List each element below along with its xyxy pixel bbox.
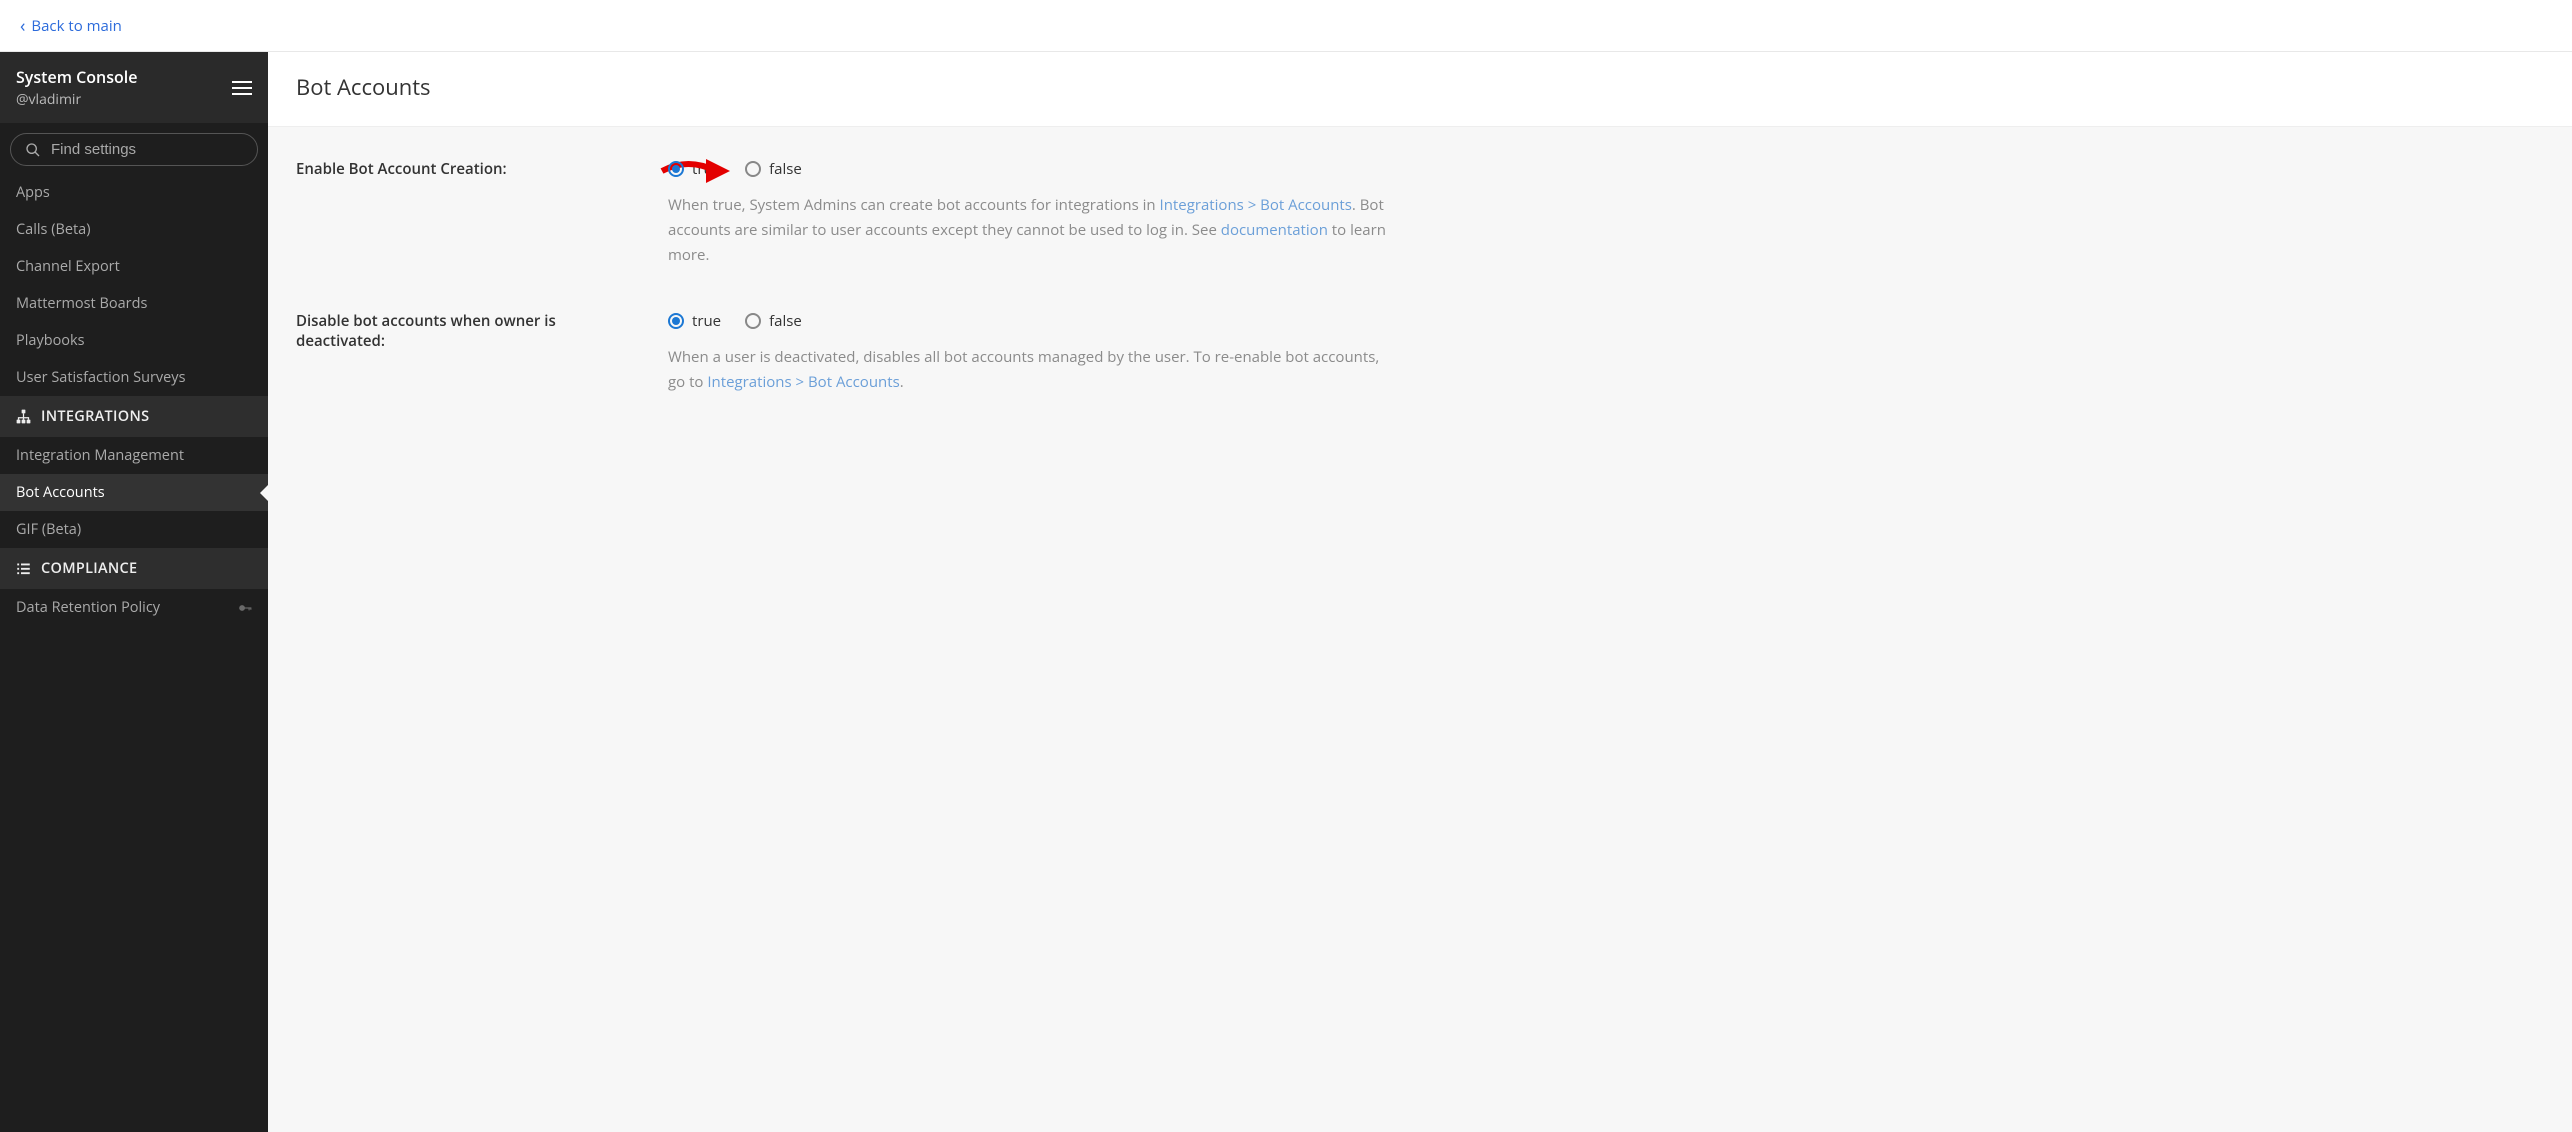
sitemap-icon: [16, 409, 31, 424]
menu-icon[interactable]: [232, 81, 252, 95]
radio-group: true false: [668, 159, 1388, 179]
integrations-bot-accounts-link[interactable]: Integrations > Bot Accounts: [1160, 195, 1352, 215]
sidebar-nav: Apps Calls (Beta) Channel Export Matterm…: [0, 174, 268, 1132]
radio-icon: [745, 161, 761, 177]
back-link-label: Back to main: [31, 16, 121, 36]
radio-icon: [745, 313, 761, 329]
search-icon: [25, 142, 41, 158]
radio-true[interactable]: true: [668, 311, 721, 331]
content-header: Bot Accounts: [268, 52, 2572, 127]
sidebar-username: @vladimir: [16, 90, 137, 109]
setting-label: Disable bot accounts when owner is deact…: [296, 311, 668, 351]
help-text: When a user is deactivated, disables all…: [668, 345, 1388, 395]
content-area: Bot Accounts Enable Bot Account Creation…: [268, 52, 2572, 1132]
radio-icon: [668, 313, 684, 329]
key-icon: [238, 601, 252, 615]
sidebar-item-apps[interactable]: Apps: [0, 174, 268, 211]
sidebar-item-gif-beta[interactable]: GIF (Beta): [0, 511, 268, 548]
sidebar-item-calls[interactable]: Calls (Beta): [0, 211, 268, 248]
sidebar-item-channel-export[interactable]: Channel Export: [0, 248, 268, 285]
integrations-bot-accounts-link[interactable]: Integrations > Bot Accounts: [707, 372, 899, 392]
documentation-link[interactable]: documentation: [1221, 220, 1328, 240]
setting-disable-bot-when-owner-deactivated: Disable bot accounts when owner is deact…: [296, 311, 2544, 395]
radio-false[interactable]: false: [745, 159, 802, 179]
search-wrap: [0, 123, 268, 174]
list-icon: [16, 561, 31, 576]
setting-control: true false When a user is deactivated, d…: [668, 311, 1388, 395]
setting-label: Enable Bot Account Creation:: [296, 159, 668, 179]
settings-body: Enable Bot Account Creation: true: [268, 127, 2572, 471]
sidebar-header: System Console @vladimir: [0, 52, 268, 123]
sidebar-item-user-satisfaction-surveys[interactable]: User Satisfaction Surveys: [0, 359, 268, 396]
setting-enable-bot-creation: Enable Bot Account Creation: true: [296, 159, 2544, 267]
search-input[interactable]: [51, 141, 243, 158]
sidebar-item-bot-accounts[interactable]: Bot Accounts: [0, 474, 268, 511]
sidebar-item-mattermost-boards[interactable]: Mattermost Boards: [0, 285, 268, 322]
sidebar-section-label: COMPLIANCE: [41, 559, 137, 578]
help-text: When true, System Admins can create bot …: [668, 193, 1388, 267]
radio-group: true false: [668, 311, 1388, 331]
radio-false[interactable]: false: [745, 311, 802, 331]
search-box[interactable]: [10, 133, 258, 166]
sidebar-item-playbooks[interactable]: Playbooks: [0, 322, 268, 359]
sidebar-item-data-retention-policy[interactable]: Data Retention Policy: [0, 589, 268, 626]
sidebar-section-integrations[interactable]: INTEGRATIONS: [0, 396, 268, 437]
sidebar: System Console @vladimir Apps Calls (Bet…: [0, 52, 268, 1132]
radio-icon: [668, 161, 684, 177]
sidebar-title: System Console: [16, 66, 137, 88]
back-to-main-link[interactable]: ‹ Back to main: [20, 16, 122, 36]
sidebar-item-integration-management[interactable]: Integration Management: [0, 437, 268, 474]
sidebar-item-label: Data Retention Policy: [16, 598, 160, 617]
topbar: ‹ Back to main: [0, 0, 2572, 52]
chevron-left-icon: ‹: [20, 17, 25, 35]
sidebar-section-compliance[interactable]: COMPLIANCE: [0, 548, 268, 589]
radio-label: false: [769, 159, 802, 179]
sidebar-section-label: INTEGRATIONS: [41, 407, 149, 426]
page-title: Bot Accounts: [296, 72, 2544, 102]
radio-label: true: [692, 311, 721, 331]
radio-label: false: [769, 311, 802, 331]
setting-control: true false When true, System Admins can …: [668, 159, 1388, 267]
